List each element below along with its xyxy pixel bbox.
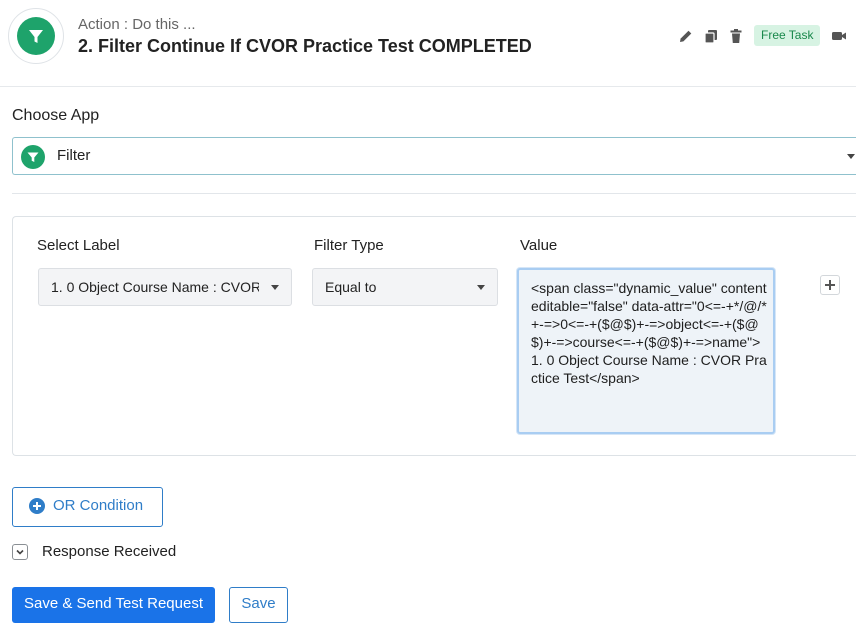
or-condition-button[interactable]: OR Condition	[12, 487, 163, 527]
section-divider	[12, 193, 856, 194]
app-icon-container	[8, 8, 64, 64]
select-label-heading: Select Label	[37, 237, 120, 254]
action-title: 2. Filter Continue If CVOR Practice Test…	[78, 36, 532, 56]
filter-app-icon	[21, 145, 45, 169]
response-toggle[interactable]	[12, 544, 28, 560]
select-label-dropdown[interactable]: 1. 0 Object Course Name : CVOR Practice …	[38, 268, 292, 306]
free-task-badge: Free Task	[754, 25, 821, 46]
chevron-down-icon	[271, 285, 279, 290]
plus-circle-icon	[29, 498, 45, 514]
save-button[interactable]: Save	[229, 587, 288, 623]
copy-icon[interactable]	[702, 27, 720, 45]
chevron-down-icon	[847, 154, 855, 159]
or-condition-label: OR Condition	[53, 497, 144, 514]
video-icon[interactable]	[830, 27, 848, 45]
chevron-down-icon	[477, 285, 485, 290]
value-input[interactable]: <span class="dynamic_value" contentedita…	[517, 268, 775, 434]
selected-app-label: Filter	[57, 147, 91, 164]
action-subtitle: Action : Do this ...	[78, 16, 196, 33]
filter-icon	[29, 30, 43, 43]
app-select-dropdown[interactable]: Filter	[12, 137, 856, 175]
choose-app-label: Choose App	[12, 107, 100, 124]
value-heading: Value	[520, 237, 558, 254]
select-label-value: 1. 0 Object Course Name : CVOR Practice …	[51, 279, 259, 295]
trash-icon[interactable]	[727, 27, 745, 45]
filter-type-dropdown[interactable]: Equal to	[312, 268, 498, 306]
filter-type-heading: Filter Type	[314, 237, 384, 254]
add-condition-button[interactable]	[820, 275, 840, 295]
save-send-test-button[interactable]: Save & Send Test Request	[12, 587, 215, 623]
filter-type-value: Equal to	[325, 279, 377, 295]
pencil-icon[interactable]	[677, 27, 695, 45]
response-received-label: Response Received	[42, 543, 177, 560]
value-input-text: <span class="dynamic_value" contentedita…	[531, 280, 767, 386]
chevron-down-icon	[16, 549, 24, 555]
